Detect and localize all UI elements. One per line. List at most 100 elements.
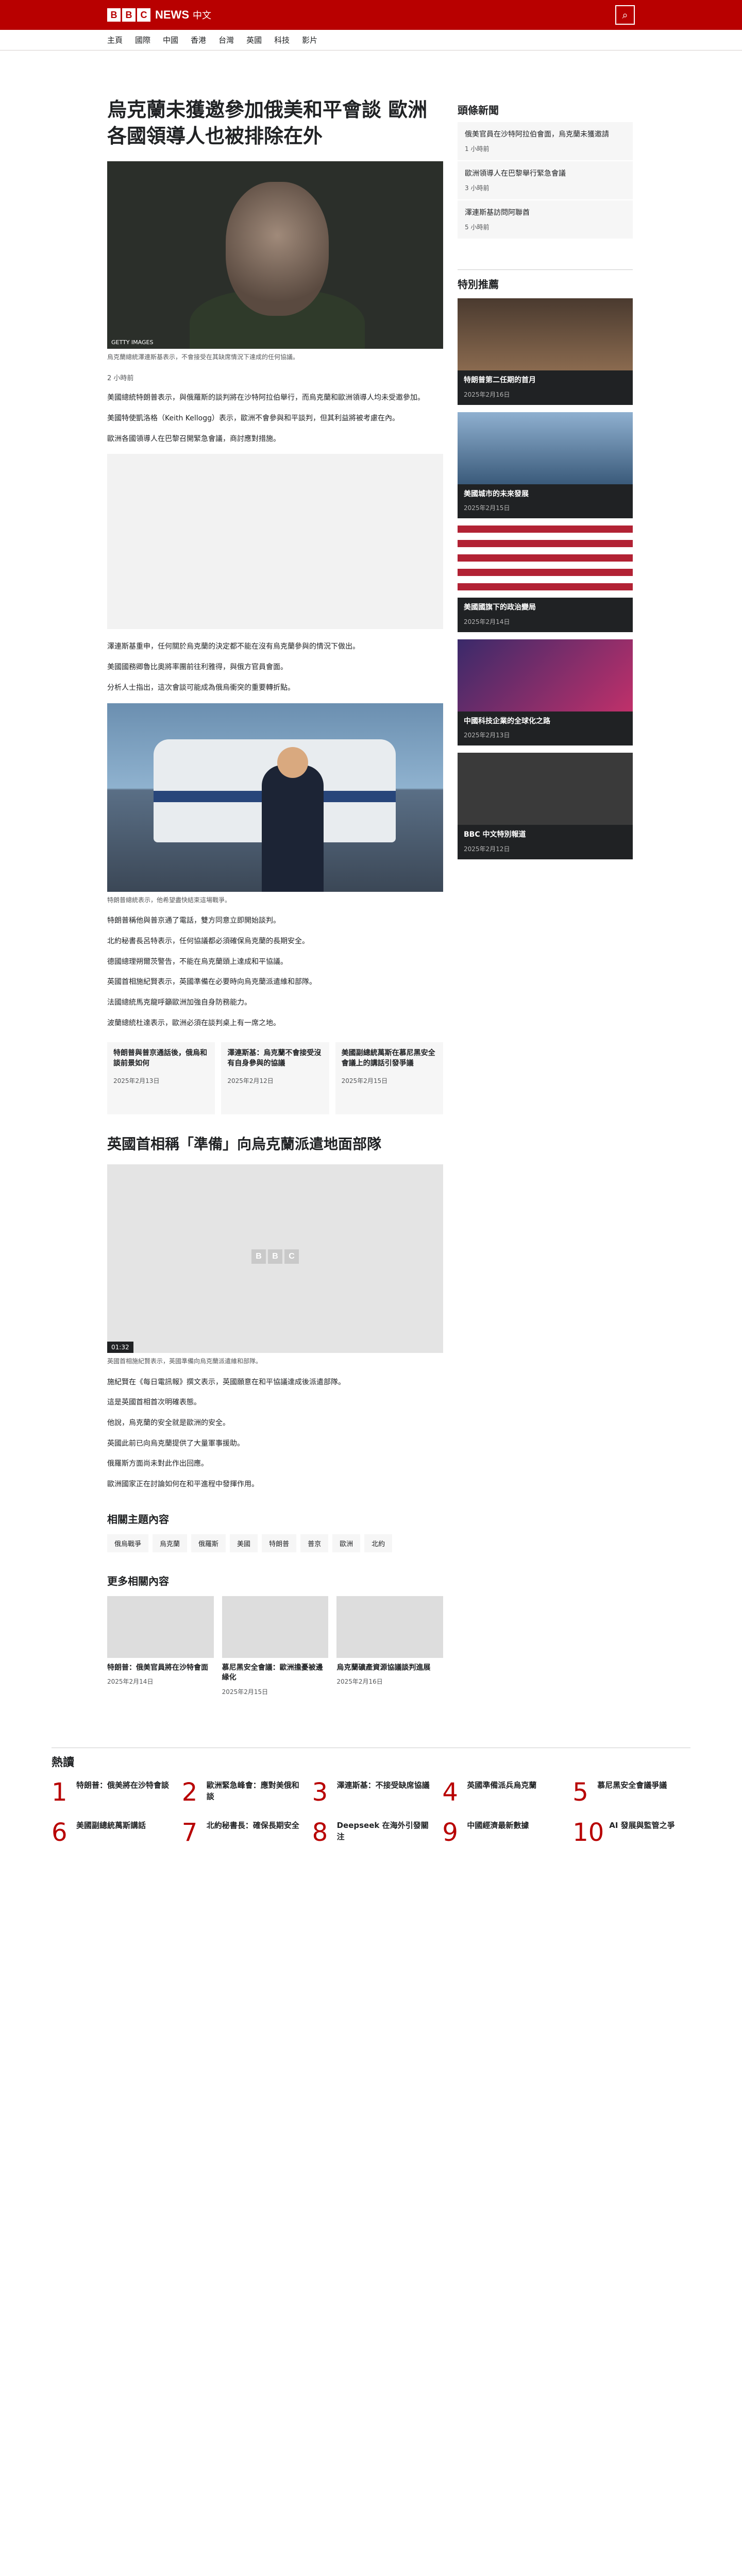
nav-item-taiwan[interactable]: 台灣	[218, 35, 234, 45]
article-paragraph: 北約秘書長呂特表示，任何協議都必須確保烏克蘭的長期安全。	[107, 937, 309, 945]
article-title: 烏克蘭未獲邀參加俄美和平會談 歐洲各國領導人也被排除在外	[107, 98, 428, 148]
breaking-item[interactable]: 澤連斯基訪問阿聯酋 5 小時前	[458, 200, 633, 239]
related-card-date: 2025年2月12日	[227, 1077, 274, 1084]
most-read-item[interactable]: 4 英國準備派兵烏克蘭	[442, 1780, 560, 1805]
logo-news: NEWS	[155, 8, 189, 21]
nav-item-tech[interactable]: 科技	[274, 35, 290, 45]
more-story-date: 2025年2月16日	[336, 1678, 383, 1686]
featured-date: 2025年2月16日	[464, 391, 510, 398]
featured-image	[458, 526, 633, 598]
nav-item-home[interactable]: 主頁	[107, 35, 123, 45]
trump-photo	[107, 703, 443, 892]
article-paragraph: 分析人士指出，這次會談可能成為俄烏衝突的重要轉折點。	[107, 683, 295, 692]
topic-tag[interactable]: 烏克蘭	[153, 1534, 188, 1552]
related-card[interactable]: 特朗普與普京通話後，俄烏和談前景如何 2025年2月13日	[107, 1042, 215, 1115]
topic-tag[interactable]: 普京	[300, 1534, 329, 1552]
nav-item-video[interactable]: 影片	[302, 35, 317, 45]
sidebar: 頭條新聞 俄美官員在沙特阿拉伯會面，烏克蘭未獲邀請 1 小時前 歐洲領導人在巴黎…	[458, 50, 633, 1696]
video-caption: 英國首相施紀賢表示，英國準備向烏克蘭派遣維和部隊。	[107, 1357, 262, 1365]
featured-date: 2025年2月12日	[464, 845, 510, 853]
most-read-item[interactable]: 7 北約秘書長：確保長期安全	[182, 1820, 300, 1845]
related-card-title: 特朗普與普京通話後，俄烏和談前景如何	[113, 1049, 207, 1068]
rank-number: 5	[572, 1777, 588, 1807]
more-story[interactable]: 烏克蘭礦產資源協議談判進展 2025年2月16日	[336, 1596, 444, 1696]
most-read-item[interactable]: 1 特朗普：俄美將在沙特會談	[52, 1780, 170, 1805]
article-byline: 2 小時前	[107, 375, 134, 383]
more-story[interactable]: 慕尼黑安全會議：歐洲擔憂被邊緣化 2025年2月15日	[222, 1596, 329, 1696]
topic-tag[interactable]: 美國	[230, 1534, 258, 1552]
featured-item[interactable]: 美國城市的未來發展 2025年2月15日	[458, 412, 633, 519]
video-paragraph: 英國此前已向烏克蘭提供了大量軍事援助。	[107, 1439, 244, 1448]
most-read-item[interactable]: 6 美國副總統萬斯講話	[52, 1820, 170, 1845]
featured-title: 特朗普第二任期的首月	[464, 376, 536, 384]
breaking-date: 5 小時前	[465, 224, 490, 231]
rank-number: 2	[181, 1777, 198, 1807]
video-paragraph: 俄羅斯方面尚未對此作出回應。	[107, 1460, 208, 1468]
most-read-title: 英國準備派兵烏克蘭	[467, 1780, 537, 1790]
most-read-grid: 1 特朗普：俄美將在沙特會談 2 歐洲緊急峰會：應對美俄和談 3 澤連斯基：不接受缺席…	[52, 1780, 690, 1845]
featured-title: 美國國旗下的政治變局	[464, 603, 536, 612]
article-paragraph: 波蘭總統杜達表示，歐洲必須在談判桌上有一席之地。	[107, 1019, 280, 1027]
topic-tag[interactable]: 俄羅斯	[191, 1534, 226, 1552]
featured-item[interactable]: 特朗普第二任期的首月 2025年2月16日	[458, 298, 633, 405]
most-read-title: AI 發展與監管之爭	[609, 1820, 675, 1830]
video-paragraph: 這是英國首相首次明確表態。	[107, 1398, 201, 1407]
breaking-date: 1 小時前	[465, 145, 490, 152]
more-story-title: 慕尼黑安全會議：歐洲擔憂被邊緣化	[222, 1663, 323, 1682]
logo-lang: 中文	[193, 10, 211, 21]
video-paragraph: 施紀賢在《每日電訊報》撰文表示，英國願意在和平協議達成後派遣部隊。	[107, 1378, 345, 1386]
related-card[interactable]: 澤連斯基：烏克蘭不會接受沒有自身參與的協議 2025年2月12日	[221, 1042, 329, 1115]
more-story-image	[336, 1596, 444, 1658]
featured-item[interactable]: 中國科技企業的全球化之路 2025年2月13日	[458, 639, 633, 746]
topic-tag[interactable]: 北約	[364, 1534, 393, 1552]
rank-number: 1	[52, 1777, 68, 1807]
article-paragraph: 英國首相施紀賢表示，英國準備在必要時向烏克蘭派遣維和部隊。	[107, 978, 316, 987]
bbc-logo[interactable]: B B C NEWS 中文	[107, 8, 211, 22]
most-read-item[interactable]: 5 慕尼黑安全會議爭議	[572, 1780, 690, 1805]
most-read-item[interactable]: 3 澤連斯基：不接受缺席協議	[312, 1780, 430, 1805]
more-story[interactable]: 特朗普：俄美官員將在沙特會面 2025年2月14日	[107, 1596, 214, 1696]
more-story-image	[222, 1596, 329, 1658]
related-card[interactable]: 美國副總統萬斯在慕尼黑安全會議上的講話引發爭議 2025年2月15日	[335, 1042, 443, 1115]
rank-number: 3	[312, 1777, 328, 1807]
most-read-item[interactable]: 10 AI 發展與監管之爭	[572, 1820, 690, 1845]
article-paragraph: 美國國務卿魯比奧將率團前往利雅得，與俄方官員會面。	[107, 663, 288, 672]
most-read-item[interactable]: 8 Deepseek 在海外引發關注	[312, 1820, 430, 1845]
article-paragraph: 德國總理朔爾茨警告，不能在烏克蘭頭上達成和平協議。	[107, 957, 288, 966]
featured-title: BBC 中文特別報道	[464, 831, 526, 839]
search-icon: ⌕	[622, 9, 628, 21]
featured-item[interactable]: BBC 中文特別報道 2025年2月12日	[458, 753, 633, 859]
nav-item-world[interactable]: 國際	[135, 35, 150, 45]
topic-tags: 俄烏戰爭 烏克蘭 俄羅斯 美國 特朗普 普京 歐洲 北約	[107, 1534, 443, 1552]
topic-tag[interactable]: 俄烏戰爭	[107, 1534, 149, 1552]
related-topics-heading: 相關主題內容	[107, 1513, 169, 1526]
more-story-date: 2025年2月15日	[222, 1688, 268, 1696]
breaking-item[interactable]: 歐洲領導人在巴黎舉行緊急會議 3 小時前	[458, 161, 633, 199]
menu-button[interactable]: ⌕	[615, 5, 635, 25]
most-read-item[interactable]: 9 中國經濟最新數據	[442, 1820, 560, 1845]
top-bar: B B C NEWS 中文 ⌕	[0, 0, 742, 30]
breaking-title: 俄美官員在沙特阿拉伯會面，烏克蘭未獲邀請	[465, 130, 609, 139]
video-player[interactable]: B B C 01:32	[107, 1164, 443, 1353]
breaking-item[interactable]: 俄美官員在沙特阿拉伯會面，烏克蘭未獲邀請 1 小時前	[458, 122, 633, 160]
topic-tag[interactable]: 歐洲	[332, 1534, 361, 1552]
nav-item-hongkong[interactable]: 香港	[191, 35, 206, 45]
nav-item-uk[interactable]: 英國	[246, 35, 262, 45]
breaking-date: 3 小時前	[465, 184, 490, 192]
photo2-caption: 特朗普總統表示，他希望盡快結束這場戰爭。	[107, 896, 231, 904]
hero-image: GETTY IMAGES	[107, 161, 443, 349]
most-read-title: Deepseek 在海外引發關注	[336, 1820, 429, 1841]
most-read: 熱讀 1 特朗普：俄美將在沙特會談 2 歐洲緊急峰會：應對美俄和談 3 澤連斯基：不接…	[0, 1727, 742, 1876]
featured-heading: 特別推薦	[458, 269, 633, 291]
rank-number: 6	[52, 1818, 68, 1847]
hero-credit: GETTY IMAGES	[111, 338, 154, 346]
video-logo-letter: C	[284, 1249, 299, 1264]
more-story-image	[107, 1596, 214, 1658]
most-read-item[interactable]: 2 歐洲緊急峰會：應對美俄和談	[182, 1780, 300, 1805]
rank-number: 4	[442, 1777, 458, 1807]
featured-item[interactable]: 美國國旗下的政治變局 2025年2月14日	[458, 526, 633, 632]
topic-tag[interactable]: 特朗普	[262, 1534, 297, 1552]
nav-item-china[interactable]: 中國	[163, 35, 178, 45]
most-read-title: 北約秘書長：確保長期安全	[206, 1820, 299, 1830]
logo-letter-b2: B	[122, 8, 136, 22]
